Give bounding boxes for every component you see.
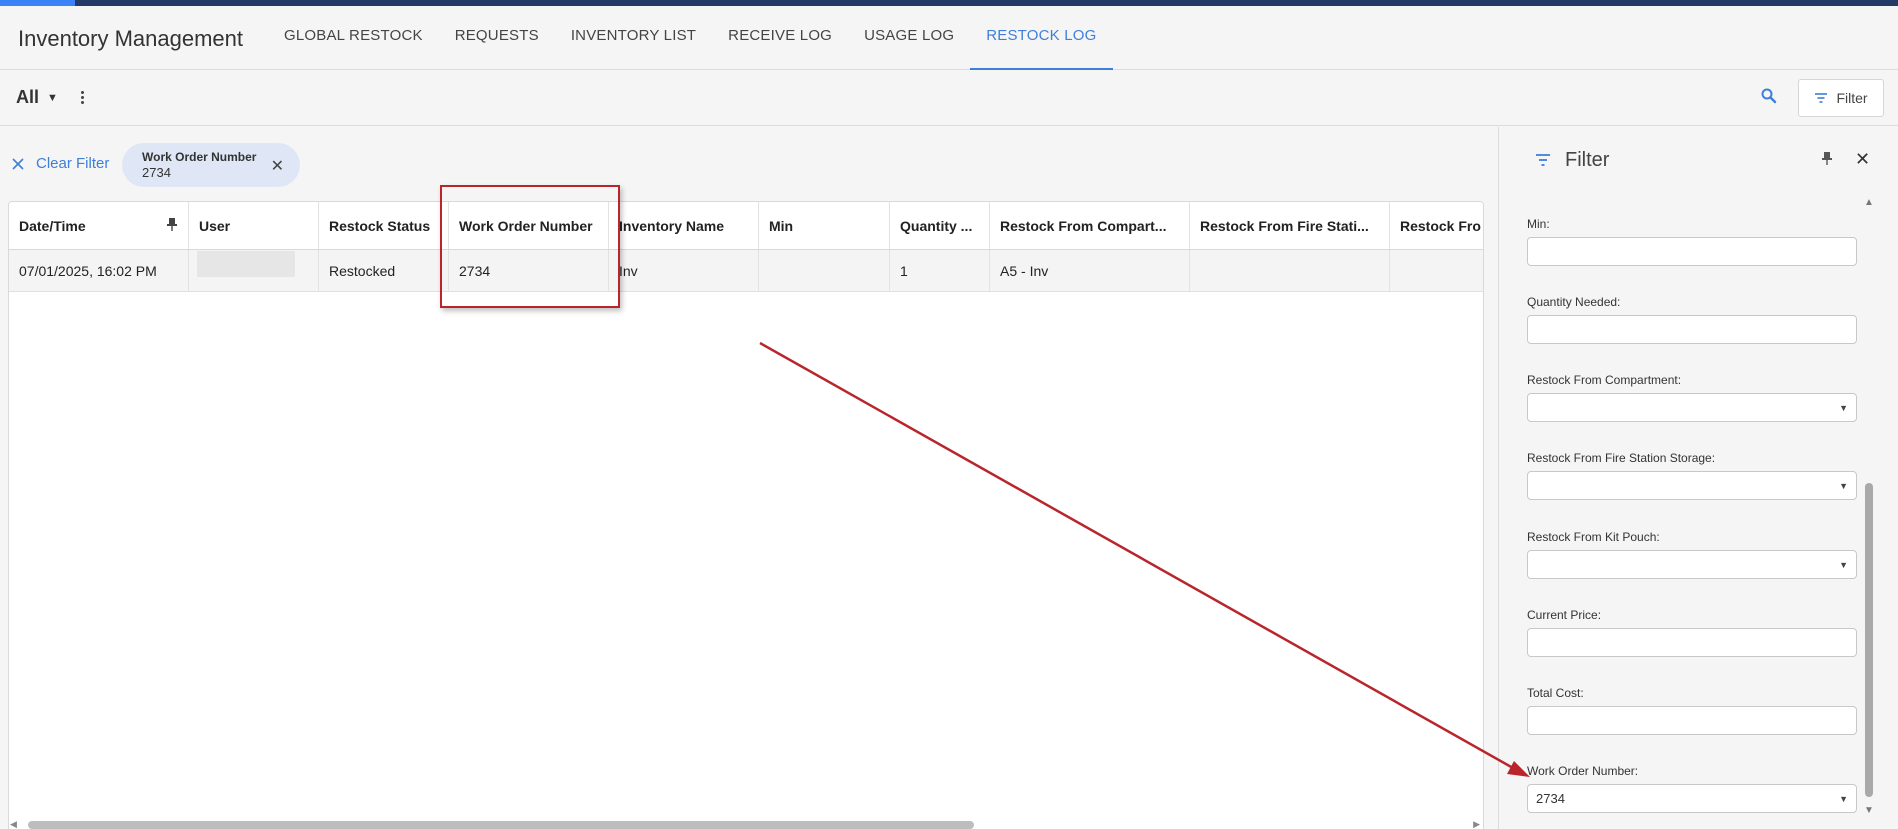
current-price-input[interactable]	[1527, 628, 1857, 657]
clear-filter-button[interactable]: Clear Filter	[12, 155, 109, 172]
cell-quantity: 1	[890, 250, 990, 291]
column-header-date-time[interactable]: Date/Time	[9, 202, 189, 249]
total-cost-input[interactable]	[1527, 706, 1857, 735]
filter-icon	[1536, 154, 1550, 166]
filter-button-label: Filter	[1836, 90, 1868, 106]
caret-down-icon: ▼	[47, 91, 58, 104]
tab-global-restock[interactable]: GLOBAL RESTOCK	[268, 6, 439, 70]
filter-panel-scrollbar[interactable]: ▲ ▼	[1859, 197, 1879, 827]
restock-from-kit-pouch-select[interactable]: ▼	[1527, 550, 1857, 579]
scroll-up-icon[interactable]: ▲	[1864, 197, 1874, 208]
app-header: Inventory Management GLOBAL RESTOCK REQU…	[0, 6, 1898, 70]
chevron-down-icon: ▼	[1839, 560, 1848, 570]
cell-restock-from-fire-station	[1190, 250, 1390, 291]
restock-from-fire-station-storage-select[interactable]: ▼	[1527, 471, 1857, 500]
close-icon[interactable]: ✕	[1855, 149, 1870, 170]
column-header-restock-from-fire-station[interactable]: Restock From Fire Stati...	[1190, 202, 1390, 249]
field-label: Restock From Compartment:	[1527, 373, 1682, 387]
grid-header: Date/Time User Restock Status Work Order…	[9, 202, 1483, 250]
pin-icon[interactable]	[1821, 151, 1833, 165]
filter-field-restock-from-fire-station-storage: Restock From Fire Station Storage: ▼	[1527, 451, 1857, 500]
chevron-down-icon: ▼	[1839, 481, 1848, 491]
filter-field-min: Min:	[1527, 217, 1857, 266]
cell-restock-status: Restocked	[319, 250, 449, 291]
column-header-restock-from-compartment[interactable]: Restock From Compart...	[990, 202, 1190, 249]
clear-filter-label: Clear Filter	[36, 155, 110, 172]
column-header-user[interactable]: User	[189, 202, 319, 249]
filter-field-current-price: Current Price:	[1527, 608, 1857, 657]
column-header-min[interactable]: Min	[759, 202, 890, 249]
column-header-label: Date/Time	[19, 217, 86, 234]
filter-field-work-order-number: Work Order Number: 2734 ▼	[1527, 764, 1857, 813]
filter-panel-header: Filter ✕	[1499, 127, 1898, 193]
toolbar: All ▼ Filter	[0, 70, 1898, 126]
cell-date-time: 07/01/2025, 16:02 PM	[9, 250, 189, 291]
restock-log-grid: Date/Time User Restock Status Work Order…	[8, 201, 1484, 829]
view-select[interactable]: All ▼	[16, 87, 58, 108]
pin-icon[interactable]	[166, 217, 178, 231]
filter-field-total-cost: Total Cost:	[1527, 686, 1857, 735]
tab-receive-log[interactable]: RECEIVE LOG	[712, 6, 848, 70]
filter-panel: Filter ✕ Min: Quantity Needed: Restock F…	[1498, 127, 1898, 829]
field-label: Restock From Fire Station Storage:	[1527, 451, 1716, 465]
cell-inventory-name: Inv	[609, 250, 759, 291]
column-header-quantity[interactable]: Quantity ...	[890, 202, 990, 249]
column-header-restock-from[interactable]: Restock Fro	[1390, 202, 1483, 249]
view-select-label: All	[16, 87, 40, 107]
scroll-left-icon[interactable]: ◀	[10, 819, 17, 829]
cell-restock-from-compartment: A5 - Inv	[990, 250, 1190, 291]
scroll-down-icon[interactable]: ▼	[1864, 805, 1874, 816]
redacted-user	[197, 250, 295, 277]
chevron-down-icon: ▼	[1839, 794, 1848, 804]
nav-tabs: GLOBAL RESTOCK REQUESTS INVENTORY LIST R…	[268, 6, 1113, 70]
field-label: Restock From Kit Pouch:	[1527, 530, 1660, 544]
main-content: Clear Filter Work Order Number 2734 ✕ Da…	[0, 127, 1497, 829]
filter-button[interactable]: Filter	[1798, 79, 1884, 117]
tab-usage-log[interactable]: USAGE LOG	[848, 6, 970, 70]
cell-work-order-number: 2734	[449, 250, 609, 291]
chevron-down-icon: ▼	[1839, 403, 1848, 413]
tab-inventory-list[interactable]: INVENTORY LIST	[555, 6, 712, 70]
close-icon	[12, 157, 24, 170]
more-options-icon[interactable]	[77, 86, 87, 108]
field-label: Min:	[1527, 217, 1550, 231]
column-header-restock-status[interactable]: Restock Status	[319, 202, 449, 249]
table-row[interactable]: 07/01/2025, 16:02 PM Restocked 2734 Inv …	[9, 250, 1483, 292]
cell-user	[189, 250, 319, 291]
column-header-inventory-name[interactable]: Inventory Name	[609, 202, 759, 249]
filter-panel-title: Filter	[1565, 149, 1610, 171]
tab-requests[interactable]: REQUESTS	[439, 6, 555, 70]
select-value: 2734	[1536, 791, 1565, 806]
field-label: Current Price:	[1527, 608, 1602, 622]
horizontal-scrollbar[interactable]: ◀ ▶	[10, 819, 1480, 829]
work-order-number-select[interactable]: 2734 ▼	[1527, 784, 1857, 813]
chip-close-icon[interactable]: ✕	[271, 156, 284, 176]
filter-field-restock-from-kit-pouch: Restock From Kit Pouch: ▼	[1527, 530, 1857, 579]
cell-restock-from	[1390, 250, 1483, 291]
scrollbar-thumb[interactable]	[28, 821, 974, 829]
column-header-work-order-number[interactable]: Work Order Number	[449, 202, 609, 249]
min-input[interactable]	[1527, 237, 1857, 266]
tab-restock-log[interactable]: RESTOCK LOG	[970, 6, 1113, 70]
filter-icon	[1815, 93, 1828, 103]
filter-field-restock-from-compartment: Restock From Compartment: ▼	[1527, 373, 1857, 422]
app-title: Inventory Management	[18, 26, 244, 51]
restock-from-compartment-select[interactable]: ▼	[1527, 393, 1857, 422]
scrollbar-thumb[interactable]	[1865, 483, 1873, 797]
cell-min	[759, 250, 890, 291]
filter-field-quantity-needed: Quantity Needed:	[1527, 295, 1857, 344]
field-label: Total Cost:	[1527, 686, 1584, 700]
quantity-needed-input[interactable]	[1527, 315, 1857, 344]
filter-chip[interactable]: Work Order Number 2734 ✕	[122, 143, 300, 187]
search-icon[interactable]	[1760, 87, 1780, 107]
field-label: Quantity Needed:	[1527, 295, 1621, 309]
field-label: Work Order Number:	[1527, 764, 1639, 778]
scroll-right-icon[interactable]: ▶	[1473, 819, 1480, 829]
